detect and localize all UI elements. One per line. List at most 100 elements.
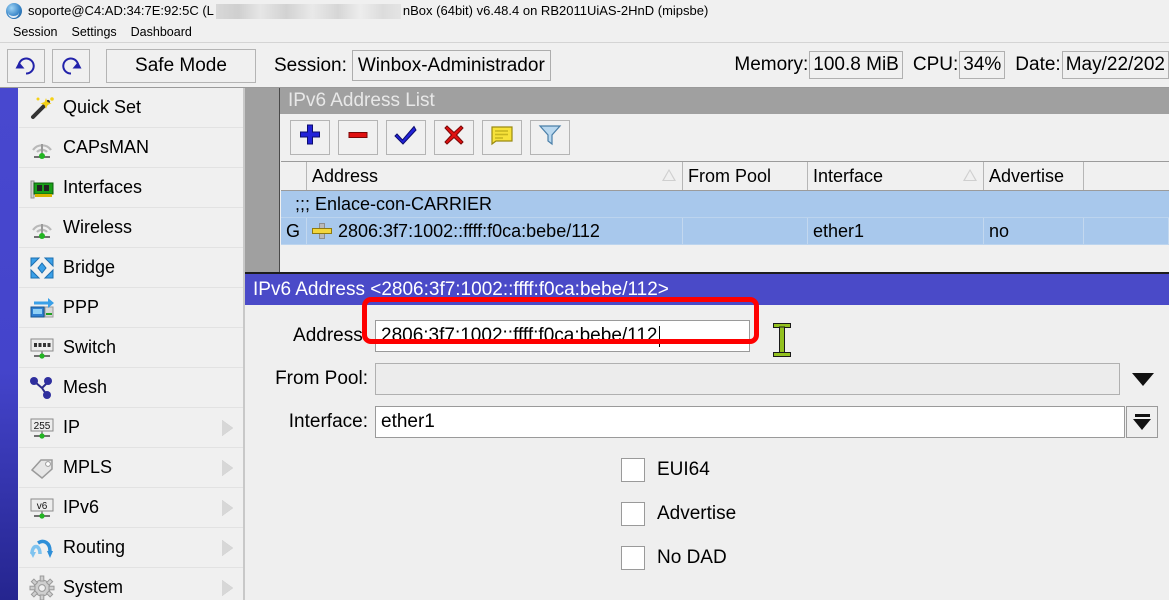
- sidebar-item-mesh[interactable]: Mesh: [19, 368, 245, 408]
- mpls-tag-icon: [25, 453, 59, 483]
- sidebar-label: CAPsMAN: [63, 137, 149, 158]
- session-field[interactable]: Winbox-Administrador: [352, 50, 551, 81]
- chevron-right-icon: [222, 540, 233, 556]
- winbox-application: soporte@C4:AD:34:7E:92:5C (L nBox (64bit…: [0, 0, 1169, 600]
- address-label: Address:: [245, 325, 375, 347]
- sidebar-label: Wireless: [63, 217, 132, 238]
- sidebar-item-wireless[interactable]: Wireless: [19, 208, 245, 248]
- advertise-row: Advertise: [245, 492, 1169, 536]
- column-label: Interface: [813, 166, 883, 187]
- cell-flags: G: [281, 218, 307, 244]
- address-row: Address: 2806:3f7:1002::ffff:f0ca:bebe/1…: [245, 319, 1169, 353]
- funnel-icon: [538, 123, 562, 152]
- cell-spacer: [1084, 218, 1169, 244]
- table-header-flags: [281, 162, 307, 190]
- cell-interface: ether1: [808, 218, 984, 244]
- text-caret: [659, 326, 660, 347]
- plus-icon: [298, 123, 322, 152]
- sidebar-label: Interfaces: [63, 177, 142, 198]
- sidebar-item-quick-set[interactable]: Quick Set: [19, 88, 245, 128]
- address-entry-icon: [312, 223, 332, 239]
- sidebar-item-ipv6[interactable]: v6 IPv6: [19, 488, 245, 528]
- sidebar-item-bridge[interactable]: Bridge: [19, 248, 245, 288]
- sidebar-item-system[interactable]: System: [19, 568, 245, 600]
- ipv6-address-table: Address From Pool Interface Advertise ;;…: [281, 161, 1169, 271]
- comment-button[interactable]: [482, 120, 522, 155]
- sidebar-item-interfaces[interactable]: Interfaces: [19, 168, 245, 208]
- eui64-checkbox[interactable]: [621, 458, 645, 482]
- cell-advertise: no: [984, 218, 1084, 244]
- cpu-value: 34%: [959, 51, 1005, 79]
- antenna-icon: [25, 213, 59, 243]
- sidebar-item-ppp[interactable]: PPP: [19, 288, 245, 328]
- address-input[interactable]: 2806:3f7:1002::ffff:f0ca:bebe/112: [375, 320, 750, 352]
- sidebar-label: Quick Set: [63, 97, 141, 118]
- chevron-right-icon: [222, 460, 233, 476]
- winbox-logo-icon: [6, 3, 22, 19]
- table-header-advertise[interactable]: Advertise: [984, 162, 1084, 190]
- interface-dropdown-button[interactable]: [1126, 406, 1158, 438]
- sidebar-label: System: [63, 577, 123, 598]
- remove-button[interactable]: [338, 120, 378, 155]
- interface-value: ether1: [381, 411, 435, 433]
- undo-button[interactable]: [7, 49, 45, 83]
- sidebar-item-mpls[interactable]: MPLS: [19, 448, 245, 488]
- window-title-user: soporte@C4:AD:34:7E:92:5C (L: [28, 3, 214, 19]
- address-input-value: 2806:3f7:1002::ffff:f0ca:bebe/112: [381, 325, 657, 347]
- sort-indicator-icon: [963, 169, 977, 181]
- sidebar-item-routing[interactable]: Routing: [19, 528, 245, 568]
- cell-address-text: 2806:3f7:1002::ffff:f0ca:bebe/112: [338, 221, 600, 242]
- undo-arrow-icon: [15, 55, 37, 77]
- mesh-nodes-icon: [25, 373, 59, 403]
- table-header-interface[interactable]: Interface: [808, 162, 984, 190]
- sidebar-label: Routing: [63, 537, 125, 558]
- interface-row: Interface: ether1: [245, 405, 1169, 439]
- enable-button[interactable]: [386, 120, 426, 155]
- ip-255-icon: 255: [25, 413, 59, 443]
- advertise-checkbox[interactable]: [621, 502, 645, 526]
- window-title: soporte@C4:AD:34:7E:92:5C (L nBox (64bit…: [28, 3, 708, 19]
- cell-address: 2806:3f7:1002::ffff:f0ca:bebe/112: [307, 218, 683, 244]
- menu-dashboard[interactable]: Dashboard: [124, 24, 199, 40]
- ipv6-list-title: IPv6 Address List: [288, 90, 435, 112]
- status-indicators: Memory: 100.8 MiB CPU: 34% Date: May/22/…: [724, 42, 1169, 88]
- sidebar-label: MPLS: [63, 457, 112, 478]
- no-dad-checkbox[interactable]: [621, 546, 645, 570]
- table-header-from-pool[interactable]: From Pool: [683, 162, 808, 190]
- filter-button[interactable]: [530, 120, 570, 155]
- table-comment-row[interactable]: ;;; Enlace-con-CARRIER: [281, 191, 1169, 218]
- dialog-title: IPv6 Address <2806:3f7:1002::ffff:f0ca:b…: [253, 279, 669, 301]
- sidebar-item-capsman[interactable]: CAPsMAN: [19, 128, 245, 168]
- from-pool-dropdown-button[interactable]: [1126, 364, 1160, 394]
- menu-settings[interactable]: Settings: [64, 24, 123, 40]
- sidebar-label: IPv6: [63, 497, 99, 518]
- sort-indicator-icon: [662, 169, 676, 181]
- sidebar-item-ip[interactable]: 255 IP: [19, 408, 245, 448]
- cross-icon: [442, 123, 466, 152]
- chevron-down-icon: [1133, 419, 1151, 430]
- menu-session[interactable]: Session: [6, 24, 64, 40]
- safe-mode-button[interactable]: Safe Mode: [106, 49, 256, 83]
- redo-button[interactable]: [52, 49, 90, 83]
- column-label: Advertise: [989, 166, 1064, 187]
- disable-button[interactable]: [434, 120, 474, 155]
- sidebar-label: Switch: [63, 337, 116, 358]
- eui64-row: EUI64: [245, 448, 1169, 492]
- sidebar: nBox Quick Set: [0, 88, 245, 600]
- routing-arrows-icon: [25, 533, 59, 563]
- interface-input[interactable]: ether1: [375, 406, 1125, 438]
- memory-label: Memory:: [734, 54, 808, 76]
- add-button[interactable]: [290, 120, 330, 155]
- sidebar-item-switch[interactable]: Switch: [19, 328, 245, 368]
- switch-icon: [25, 333, 59, 363]
- check-icon: [394, 123, 418, 152]
- table-header-row: Address From Pool Interface Advertise: [281, 161, 1169, 191]
- ipv6-address-dialog: IPv6 Address <2806:3f7:1002::ffff:f0ca:b…: [245, 272, 1169, 600]
- from-pool-input[interactable]: [375, 363, 1120, 395]
- table-header-address[interactable]: Address: [307, 162, 683, 190]
- advertise-label: Advertise: [657, 503, 736, 525]
- chevron-right-icon: [222, 500, 233, 516]
- table-row[interactable]: G 2806:3f7:1002::ffff:f0ca:bebe/112 ethe…: [281, 218, 1169, 245]
- comment-text: ;;; Enlace-con-CARRIER: [295, 194, 492, 215]
- window-gutter: [245, 88, 280, 272]
